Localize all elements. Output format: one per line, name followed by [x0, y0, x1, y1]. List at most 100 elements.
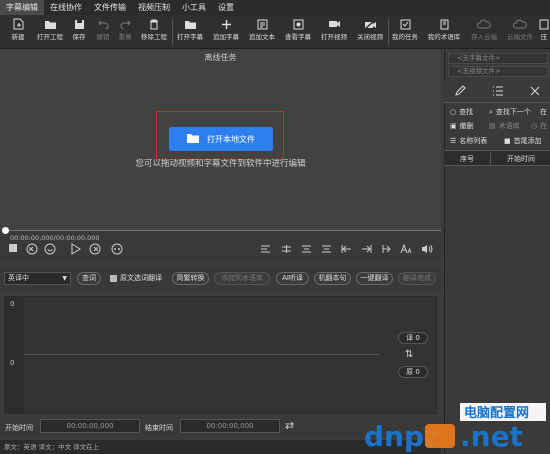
open-local-file-button[interactable]: 打开本地文件: [169, 127, 273, 151]
glossary-icon: [439, 15, 450, 33]
tab-edit[interactable]: [449, 81, 471, 101]
loop-button[interactable]: [44, 243, 56, 255]
my-tasks-label: 我的任务: [392, 33, 418, 41]
save-button[interactable]: 保存: [68, 15, 90, 49]
ai-listen-translate-button[interactable]: AI听译: [276, 272, 309, 285]
source-word-checkbox[interactable]: [110, 275, 117, 282]
end-time-input[interactable]: 00:00:00,000: [180, 419, 280, 433]
undo-delete-button[interactable]: ▣ 撤删: [450, 121, 474, 131]
volume-button[interactable]: [421, 243, 433, 255]
name-list-button[interactable]: ☰ 名称列表: [450, 136, 487, 146]
append-subtitle-button[interactable]: 追加字幕: [210, 15, 242, 49]
next-line-button[interactable]: [360, 243, 372, 255]
tool-more-1-label: 在: [540, 108, 547, 116]
task-icon: [400, 15, 411, 33]
redo-button[interactable]: 重做: [114, 15, 136, 49]
swap-times-icon[interactable]: ⇄: [285, 419, 294, 432]
menu-video-compress[interactable]: 视频压制: [132, 0, 176, 15]
text-file-icon: [257, 15, 268, 33]
arrow-left-bar-icon: [341, 245, 351, 253]
open-video-button[interactable]: 打开视频: [318, 15, 350, 49]
view-subtitle-icon: [293, 15, 304, 33]
list-icon: [493, 86, 503, 96]
open-project-button[interactable]: 打开工程: [34, 15, 66, 49]
tab-list[interactable]: [487, 81, 509, 101]
language-select[interactable]: 英译中 ▼: [4, 272, 71, 285]
open-subtitle-button[interactable]: 打开字幕: [175, 15, 205, 49]
split-button[interactable]: [300, 243, 312, 255]
font-button[interactable]: [400, 243, 412, 255]
search-icon: ○: [450, 108, 457, 116]
find-next-button[interactable]: ⌕ 查找下一个: [489, 107, 531, 117]
start-time-input[interactable]: 00:00:00,000: [40, 419, 140, 433]
translation-done-button[interactable]: 翻译完成: [398, 272, 436, 285]
tool-more-1[interactable]: 在: [540, 107, 547, 117]
forward-button[interactable]: [89, 243, 101, 255]
append-subtitle-label: 追加字幕: [213, 33, 239, 41]
save-label: 保存: [72, 33, 86, 41]
rewind-button[interactable]: [26, 243, 38, 255]
glossary-small-icon: ▤: [489, 122, 496, 130]
tool-more-2[interactable]: ◷ 在: [531, 121, 547, 131]
machine-translate-line-button[interactable]: 机翻本句: [314, 272, 351, 285]
my-glossary-button[interactable]: 我的术语库: [424, 15, 464, 49]
menu-tools[interactable]: 小工具: [176, 0, 212, 15]
pencil-icon: [455, 85, 466, 96]
compress-icon: [539, 15, 549, 33]
add-prefix-icon: ■: [504, 137, 511, 145]
speed-icon: [111, 243, 123, 255]
remove-project-button[interactable]: 移除工程: [138, 15, 170, 49]
new-button[interactable]: 新建: [4, 15, 32, 49]
my-tasks-button[interactable]: 我的任务: [390, 15, 420, 49]
translate-all-button[interactable]: 一键翻译: [356, 272, 393, 285]
source-counter: 原 0: [398, 366, 428, 378]
add-to-glossary-button[interactable]: 添加到术语库: [214, 272, 270, 285]
source-word-checkbox-label: 原文选词翻译: [120, 274, 162, 282]
tab-tools[interactable]: [524, 81, 546, 101]
stop-button[interactable]: [8, 243, 18, 253]
query-word-button[interactable]: 查词: [77, 272, 101, 285]
play-button[interactable]: [70, 243, 82, 255]
glossary-label: 术语库: [498, 122, 520, 130]
last-line-button[interactable]: [340, 243, 352, 255]
glossary-button[interactable]: ▤ 术语库: [489, 121, 520, 131]
simp-trad-convert-button[interactable]: 简繁转换: [172, 272, 209, 285]
menu-subtitle-edit[interactable]: 字幕编辑: [0, 0, 44, 15]
tool-more-2-label: 在: [540, 122, 548, 130]
play-icon: [71, 243, 81, 255]
align-left-button[interactable]: [259, 243, 271, 255]
menu-file-transfer[interactable]: 文件传输: [88, 0, 132, 15]
insert-button[interactable]: [380, 243, 392, 255]
merge-button[interactable]: [280, 243, 292, 255]
undo-button[interactable]: 撤销: [92, 15, 114, 49]
append-text-button[interactable]: 追加文本: [246, 15, 278, 49]
center-button[interactable]: [320, 243, 332, 255]
column-index[interactable]: 序号: [460, 154, 474, 164]
undo-icon: [97, 15, 109, 33]
watermark-site-name: 电脑配置网: [464, 405, 529, 421]
close-video-button[interactable]: 关闭视频: [354, 15, 386, 49]
chevron-down-icon: ▼: [62, 275, 67, 282]
swap-vertical-icon[interactable]: ⇅: [405, 349, 413, 360]
video-file-field[interactable]: <无视频文件>: [448, 66, 548, 77]
find-button[interactable]: ○ 查找: [450, 107, 473, 117]
progress-handle[interactable]: [2, 227, 9, 234]
drop-hint: 您可以拖动视频和字幕文件到软件中进行编辑: [135, 159, 306, 169]
progress-bar[interactable]: [5, 230, 441, 231]
add-prefix-suffix-button[interactable]: ■ 首尾添加: [504, 136, 542, 146]
save-cloud-button[interactable]: 存入云端: [468, 15, 500, 49]
timecode: 00:00:00,000/00:00:00,000: [10, 234, 100, 242]
view-subtitle-button[interactable]: 查看字幕: [282, 15, 314, 49]
preview-title: 离线任务: [204, 53, 237, 62]
compress-button[interactable]: 压: [538, 15, 550, 49]
cloud-file-button[interactable]: 云端文件: [504, 15, 536, 49]
speed-button[interactable]: [111, 243, 123, 255]
menu-settings[interactable]: 设置: [212, 0, 240, 15]
name-list-label: 名称列表: [459, 137, 488, 145]
subtitle-file-field[interactable]: <无字幕文件>: [448, 53, 548, 64]
name-list-icon: ☰: [450, 137, 457, 145]
menu-online-collab[interactable]: 在线协作: [44, 0, 88, 15]
column-start-time[interactable]: 开始时间: [507, 154, 535, 164]
language-select-value: 英译中: [8, 274, 29, 282]
subtitle-editor[interactable]: [4, 296, 437, 414]
